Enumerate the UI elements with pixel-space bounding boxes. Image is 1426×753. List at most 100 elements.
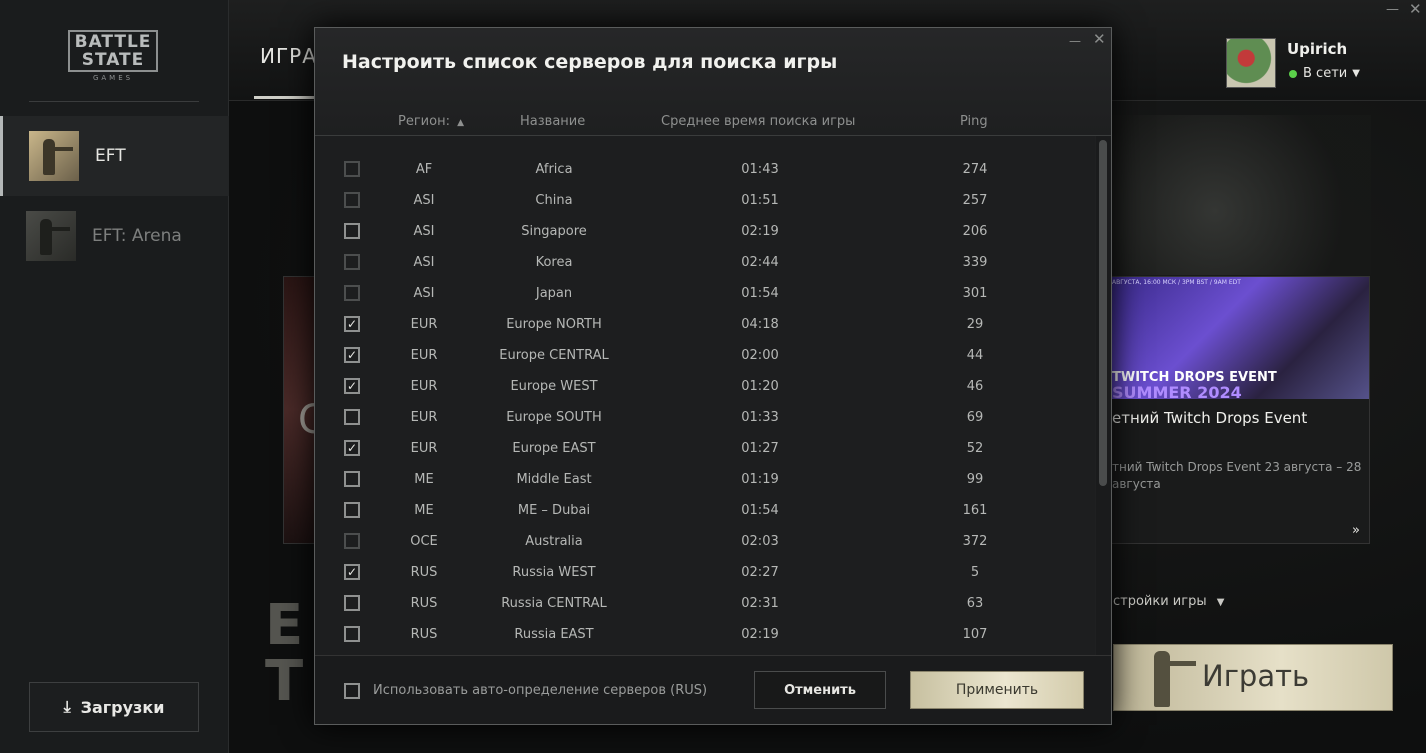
server-ping: 5 (970, 565, 980, 580)
server-ping: 29 (966, 317, 984, 332)
news-image-caption: АВГУСТА, 16:00 МСК / 3PM BST / 9AM EDT (1112, 279, 1241, 286)
server-name: Europe NORTH (506, 317, 602, 332)
news-card[interactable]: АВГУСТА, 16:00 МСК / 3PM BST / 9AM EDT T… (1111, 276, 1370, 544)
column-header-avg-time[interactable]: Среднее время поиска игры (661, 114, 855, 129)
server-time: 01:20 (741, 379, 779, 394)
server-time: 02:19 (741, 224, 779, 239)
logo-text: BATTLE STATE (68, 30, 158, 72)
tab-games[interactable]: ИГРА (260, 44, 317, 68)
chevron-down-icon: ▼ (1216, 597, 1225, 608)
server-ping: 161 (962, 503, 988, 518)
server-region: ME (414, 472, 434, 487)
auto-detect-checkbox[interactable] (344, 683, 360, 699)
news-card-left[interactable]: C (283, 276, 326, 544)
server-row[interactable]: ✓ EUR Europe EAST 01:27 52 (315, 433, 1095, 464)
sidebar: BATTLE STATE GAMES EFT EFT: Arena ⤓ Загр… (0, 0, 229, 753)
server-name: Europe WEST (510, 379, 598, 394)
column-header-region[interactable]: Регион: ▲ (398, 114, 464, 129)
server-row[interactable]: ME ME – Dubai 01:54 161 (315, 495, 1095, 526)
server-ping: 274 (962, 162, 988, 177)
server-region: RUS (410, 596, 438, 611)
server-checkbox[interactable]: ✓ (344, 347, 360, 363)
server-row[interactable]: RUS Russia CENTRAL 02:31 63 (315, 588, 1095, 619)
server-region: ASI (413, 286, 435, 301)
server-checkbox[interactable] (344, 223, 360, 239)
server-checkbox (344, 285, 360, 301)
server-row[interactable]: AF Africa 01:43 274 (315, 154, 1095, 185)
dialog-minimize-icon[interactable]: — (1069, 34, 1081, 48)
server-region: ASI (413, 193, 435, 208)
sidebar-item-label: EFT (95, 146, 126, 166)
avatar[interactable] (1226, 38, 1276, 88)
bsg-logo: BATTLE STATE GAMES (68, 30, 158, 82)
download-icon: ⤓ (63, 697, 71, 716)
server-ping: 372 (962, 534, 988, 549)
server-time: 01:19 (741, 472, 779, 487)
server-region: RUS (410, 565, 438, 580)
server-checkbox[interactable]: ✓ (344, 564, 360, 580)
eft-arena-game-icon (26, 211, 76, 261)
server-region: RUS (410, 627, 438, 642)
sidebar-item-eft-arena[interactable]: EFT: Arena (0, 196, 229, 276)
dialog-close-icon[interactable]: ✕ (1093, 30, 1106, 48)
server-checkbox[interactable] (344, 471, 360, 487)
sort-ascending-icon: ▲ (457, 118, 465, 128)
server-row[interactable]: ASI China 01:51 257 (315, 185, 1095, 216)
server-ping: 301 (962, 286, 988, 301)
server-name: Russia EAST (514, 627, 594, 642)
server-row[interactable]: RUS Russia EAST 02:19 107 (315, 619, 1095, 650)
server-region: ASI (413, 224, 435, 239)
sidebar-item-eft[interactable]: EFT (0, 116, 229, 196)
minimize-icon[interactable]: — (1386, 2, 1399, 17)
server-checkbox[interactable]: ✓ (344, 378, 360, 394)
server-row[interactable]: ✓ EUR Europe NORTH 04:18 29 (315, 309, 1095, 340)
news-more-icon[interactable]: » (1352, 523, 1360, 538)
server-checkbox[interactable] (344, 595, 360, 611)
server-checkbox (344, 254, 360, 270)
server-time: 02:19 (741, 627, 779, 642)
server-checkbox[interactable] (344, 626, 360, 642)
downloads-button[interactable]: ⤓ Загрузки (29, 682, 199, 732)
server-row[interactable]: OCE Australia 02:03 372 (315, 526, 1095, 557)
news-title: етний Twitch Drops Event (1112, 409, 1308, 427)
chevron-down-icon: ▼ (1352, 68, 1360, 79)
server-region: ME (414, 503, 434, 518)
server-name: Japan (535, 286, 573, 301)
game-logo-art: ET (265, 593, 304, 714)
status-dropdown[interactable]: В сети ▼ (1289, 66, 1360, 81)
server-time: 02:03 (741, 534, 779, 549)
server-row[interactable]: ASI Singapore 02:19 206 (315, 216, 1095, 247)
server-row[interactable]: ✓ RUS Russia WEST 02:27 5 (315, 557, 1095, 588)
cancel-button[interactable]: Отменить (754, 671, 886, 709)
server-region: OCE (410, 534, 438, 549)
game-settings-label: стройки игры (1113, 594, 1207, 609)
server-name: Singapore (521, 224, 587, 239)
news-image: АВГУСТА, 16:00 МСК / 3PM BST / 9AM EDT T… (1112, 277, 1369, 399)
server-checkbox[interactable] (344, 502, 360, 518)
server-region: ASI (413, 255, 435, 270)
server-row[interactable]: ME Middle East 01:19 99 (315, 464, 1095, 495)
server-row[interactable]: ASI Korea 02:44 339 (315, 247, 1095, 278)
server-checkbox[interactable]: ✓ (344, 440, 360, 456)
scrollbar-thumb[interactable] (1099, 140, 1107, 486)
server-row[interactable]: ✓ EUR Europe CENTRAL 02:00 44 (315, 340, 1095, 371)
server-region: EUR (410, 379, 438, 394)
column-header-name[interactable]: Название (520, 114, 585, 129)
server-region: EUR (410, 317, 438, 332)
auto-detect-label: Использовать авто-определение серверов (… (373, 683, 708, 698)
server-checkbox[interactable] (344, 409, 360, 425)
server-name: Australia (525, 534, 583, 549)
close-icon[interactable]: ✕ (1409, 0, 1422, 18)
column-header-ping[interactable]: Ping (960, 114, 988, 129)
sidebar-item-label: EFT: Arena (92, 226, 182, 246)
play-button[interactable]: Играть (1113, 644, 1393, 711)
server-row[interactable]: ✓ EUR Europe WEST 01:20 46 (315, 371, 1095, 402)
server-row[interactable]: ASI Japan 01:54 301 (315, 278, 1095, 309)
game-settings-dropdown[interactable]: стройки игры ▼ (1113, 594, 1224, 609)
background-art (1111, 115, 1371, 275)
dialog-footer: Использовать авто-определение серверов (… (315, 655, 1111, 724)
server-name: China (535, 193, 573, 208)
server-checkbox[interactable]: ✓ (344, 316, 360, 332)
server-row[interactable]: EUR Europe SOUTH 01:33 69 (315, 402, 1095, 433)
apply-button[interactable]: Применить (910, 671, 1084, 709)
